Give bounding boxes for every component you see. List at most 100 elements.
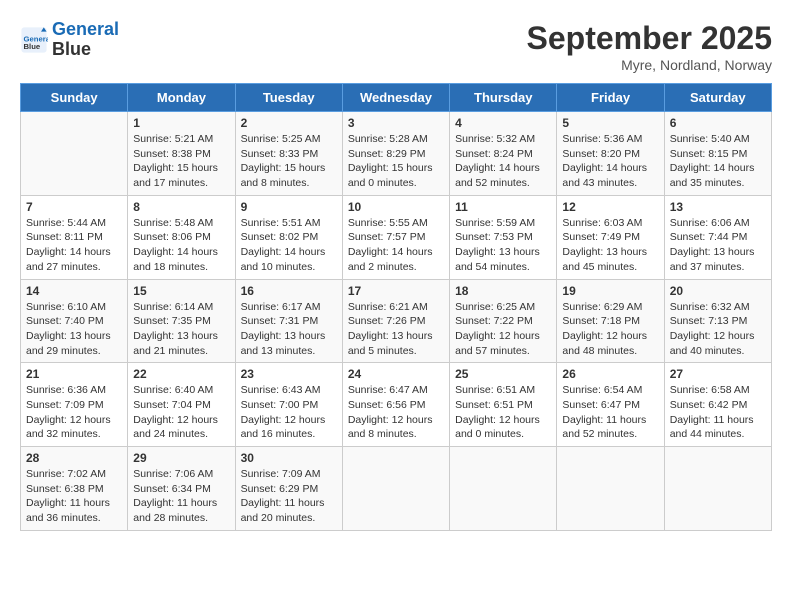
day-info: Sunrise: 5:48 AM Sunset: 8:06 PM Dayligh… bbox=[133, 216, 229, 275]
day-number: 13 bbox=[670, 200, 766, 214]
day-info: Sunrise: 6:32 AM Sunset: 7:13 PM Dayligh… bbox=[670, 300, 766, 359]
day-info: Sunrise: 5:40 AM Sunset: 8:15 PM Dayligh… bbox=[670, 132, 766, 191]
calendar-cell: 21Sunrise: 6:36 AM Sunset: 7:09 PM Dayli… bbox=[21, 363, 128, 447]
day-number: 26 bbox=[562, 367, 658, 381]
day-number: 3 bbox=[348, 116, 444, 130]
calendar-cell: 20 Sunrise: 6:32 AM Sunset: 7:13 PM Dayli… bbox=[664, 279, 771, 363]
day-number: 4 bbox=[455, 116, 551, 130]
day-number: 20 bbox=[670, 284, 766, 298]
day-number: 29 bbox=[133, 451, 229, 465]
day-number: 11 bbox=[455, 200, 551, 214]
day-number: 12 bbox=[562, 200, 658, 214]
day-number: 16 bbox=[241, 284, 337, 298]
calendar-cell: 19 Sunrise: 6:29 AM Sunset: 7:18 PM Dayli… bbox=[557, 279, 664, 363]
calendar-cell: 5 Sunrise: 5:36 AM Sunset: 8:20 PM Daylig… bbox=[557, 112, 664, 196]
week-row-1: 1 Sunrise: 5:21 AM Sunset: 8:38 PM Daylig… bbox=[21, 112, 772, 196]
calendar-cell: 16Sunrise: 6:17 AM Sunset: 7:31 PM Dayli… bbox=[235, 279, 342, 363]
day-info: Sunrise: 6:25 AM Sunset: 7:22 PM Dayligh… bbox=[455, 300, 551, 359]
calendar-cell: 14Sunrise: 6:10 AM Sunset: 7:40 PM Dayli… bbox=[21, 279, 128, 363]
calendar-cell: 2 Sunrise: 5:25 AM Sunset: 8:33 PM Daylig… bbox=[235, 112, 342, 196]
svg-text:Blue: Blue bbox=[24, 42, 41, 51]
calendar-cell: 22 Sunrise: 6:40 AM Sunset: 7:04 PM Dayli… bbox=[128, 363, 235, 447]
calendar-cell: 12 Sunrise: 6:03 AM Sunset: 7:49 PM Dayli… bbox=[557, 195, 664, 279]
calendar-cell: 26 Sunrise: 6:54 AM Sunset: 6:47 PM Dayli… bbox=[557, 363, 664, 447]
calendar-cell: 6Sunrise: 5:40 AM Sunset: 8:15 PM Daylig… bbox=[664, 112, 771, 196]
week-row-2: 7 Sunrise: 5:44 AM Sunset: 8:11 PM Daylig… bbox=[21, 195, 772, 279]
day-info: Sunrise: 5:51 AM Sunset: 8:02 PM Dayligh… bbox=[241, 216, 337, 275]
calendar-cell: 25 Sunrise: 6:51 AM Sunset: 6:51 PM Dayli… bbox=[450, 363, 557, 447]
calendar-cell: 30 Sunrise: 7:09 AM Sunset: 6:29 PM Dayli… bbox=[235, 447, 342, 531]
logo: General Blue General Blue bbox=[20, 20, 119, 60]
logo-icon: General Blue bbox=[20, 26, 48, 54]
calendar-cell: 10 Sunrise: 5:55 AM Sunset: 7:57 PM Dayli… bbox=[342, 195, 449, 279]
month-title: September 2025 bbox=[527, 20, 772, 57]
day-number: 2 bbox=[241, 116, 337, 130]
weekday-header-thursday: Thursday bbox=[450, 84, 557, 112]
calendar-cell: 9 Sunrise: 5:51 AM Sunset: 8:02 PM Daylig… bbox=[235, 195, 342, 279]
calendar-cell: 15 Sunrise: 6:14 AM Sunset: 7:35 PM Dayli… bbox=[128, 279, 235, 363]
day-info: Sunrise: 5:28 AM Sunset: 8:29 PM Dayligh… bbox=[348, 132, 444, 191]
day-number: 9 bbox=[241, 200, 337, 214]
weekday-header-saturday: Saturday bbox=[664, 84, 771, 112]
calendar-cell bbox=[450, 447, 557, 531]
calendar-cell: 23 Sunrise: 6:43 AM Sunset: 7:00 PM Dayli… bbox=[235, 363, 342, 447]
day-info: Sunrise: 6:51 AM Sunset: 6:51 PM Dayligh… bbox=[455, 383, 551, 442]
day-info: Sunrise: 6:54 AM Sunset: 6:47 PM Dayligh… bbox=[562, 383, 658, 442]
day-info: Sunrise: 7:09 AM Sunset: 6:29 PM Dayligh… bbox=[241, 467, 337, 526]
day-number: 5 bbox=[562, 116, 658, 130]
day-number: 23 bbox=[241, 367, 337, 381]
day-info: Sunrise: 5:44 AM Sunset: 8:11 PM Dayligh… bbox=[26, 216, 122, 275]
calendar-cell: 3 Sunrise: 5:28 AM Sunset: 8:29 PM Daylig… bbox=[342, 112, 449, 196]
day-number: 24 bbox=[348, 367, 444, 381]
day-number: 21 bbox=[26, 367, 122, 381]
day-info: Sunrise: 5:59 AM Sunset: 7:53 PM Dayligh… bbox=[455, 216, 551, 275]
day-info: Sunrise: 6:06 AM Sunset: 7:44 PM Dayligh… bbox=[670, 216, 766, 275]
calendar-cell: 29Sunrise: 7:06 AM Sunset: 6:34 PM Dayli… bbox=[128, 447, 235, 531]
calendar-cell: 11 Sunrise: 5:59 AM Sunset: 7:53 PM Dayli… bbox=[450, 195, 557, 279]
day-info: Sunrise: 5:25 AM Sunset: 8:33 PM Dayligh… bbox=[241, 132, 337, 191]
day-number: 10 bbox=[348, 200, 444, 214]
day-info: Sunrise: 6:47 AM Sunset: 6:56 PM Dayligh… bbox=[348, 383, 444, 442]
weekday-header-monday: Monday bbox=[128, 84, 235, 112]
day-info: Sunrise: 5:32 AM Sunset: 8:24 PM Dayligh… bbox=[455, 132, 551, 191]
calendar-table: SundayMondayTuesdayWednesdayThursdayFrid… bbox=[20, 83, 772, 531]
calendar-cell: 1 Sunrise: 5:21 AM Sunset: 8:38 PM Daylig… bbox=[128, 112, 235, 196]
weekday-header-wednesday: Wednesday bbox=[342, 84, 449, 112]
day-info: Sunrise: 6:21 AM Sunset: 7:26 PM Dayligh… bbox=[348, 300, 444, 359]
day-info: Sunrise: 6:29 AM Sunset: 7:18 PM Dayligh… bbox=[562, 300, 658, 359]
calendar-cell bbox=[342, 447, 449, 531]
day-info: Sunrise: 6:43 AM Sunset: 7:00 PM Dayligh… bbox=[241, 383, 337, 442]
day-number: 7 bbox=[26, 200, 122, 214]
day-number: 30 bbox=[241, 451, 337, 465]
day-number: 27 bbox=[670, 367, 766, 381]
day-number: 8 bbox=[133, 200, 229, 214]
day-info: Sunrise: 5:36 AM Sunset: 8:20 PM Dayligh… bbox=[562, 132, 658, 191]
day-number: 25 bbox=[455, 367, 551, 381]
day-number: 19 bbox=[562, 284, 658, 298]
calendar-cell: 4 Sunrise: 5:32 AM Sunset: 8:24 PM Daylig… bbox=[450, 112, 557, 196]
day-number: 22 bbox=[133, 367, 229, 381]
day-info: Sunrise: 6:10 AM Sunset: 7:40 PM Dayligh… bbox=[26, 300, 122, 359]
day-info: Sunrise: 6:40 AM Sunset: 7:04 PM Dayligh… bbox=[133, 383, 229, 442]
calendar-cell: 8 Sunrise: 5:48 AM Sunset: 8:06 PM Daylig… bbox=[128, 195, 235, 279]
calendar-cell: 18 Sunrise: 6:25 AM Sunset: 7:22 PM Dayli… bbox=[450, 279, 557, 363]
calendar-cell bbox=[21, 112, 128, 196]
day-number: 1 bbox=[133, 116, 229, 130]
day-number: 17 bbox=[348, 284, 444, 298]
day-info: Sunrise: 6:03 AM Sunset: 7:49 PM Dayligh… bbox=[562, 216, 658, 275]
weekday-header-sunday: Sunday bbox=[21, 84, 128, 112]
calendar-cell: 28Sunrise: 7:02 AM Sunset: 6:38 PM Dayli… bbox=[21, 447, 128, 531]
calendar-cell bbox=[664, 447, 771, 531]
day-info: Sunrise: 5:21 AM Sunset: 8:38 PM Dayligh… bbox=[133, 132, 229, 191]
calendar-cell: 13 Sunrise: 6:06 AM Sunset: 7:44 PM Dayli… bbox=[664, 195, 771, 279]
title-block: September 2025 Myre, Nordland, Norway bbox=[527, 20, 772, 73]
calendar-cell: 7 Sunrise: 5:44 AM Sunset: 8:11 PM Daylig… bbox=[21, 195, 128, 279]
day-number: 15 bbox=[133, 284, 229, 298]
day-number: 18 bbox=[455, 284, 551, 298]
day-info: Sunrise: 6:14 AM Sunset: 7:35 PM Dayligh… bbox=[133, 300, 229, 359]
day-info: Sunrise: 5:55 AM Sunset: 7:57 PM Dayligh… bbox=[348, 216, 444, 275]
week-row-5: 28Sunrise: 7:02 AM Sunset: 6:38 PM Dayli… bbox=[21, 447, 772, 531]
calendar-cell bbox=[557, 447, 664, 531]
calendar-cell: 17 Sunrise: 6:21 AM Sunset: 7:26 PM Dayli… bbox=[342, 279, 449, 363]
week-row-4: 21Sunrise: 6:36 AM Sunset: 7:09 PM Dayli… bbox=[21, 363, 772, 447]
